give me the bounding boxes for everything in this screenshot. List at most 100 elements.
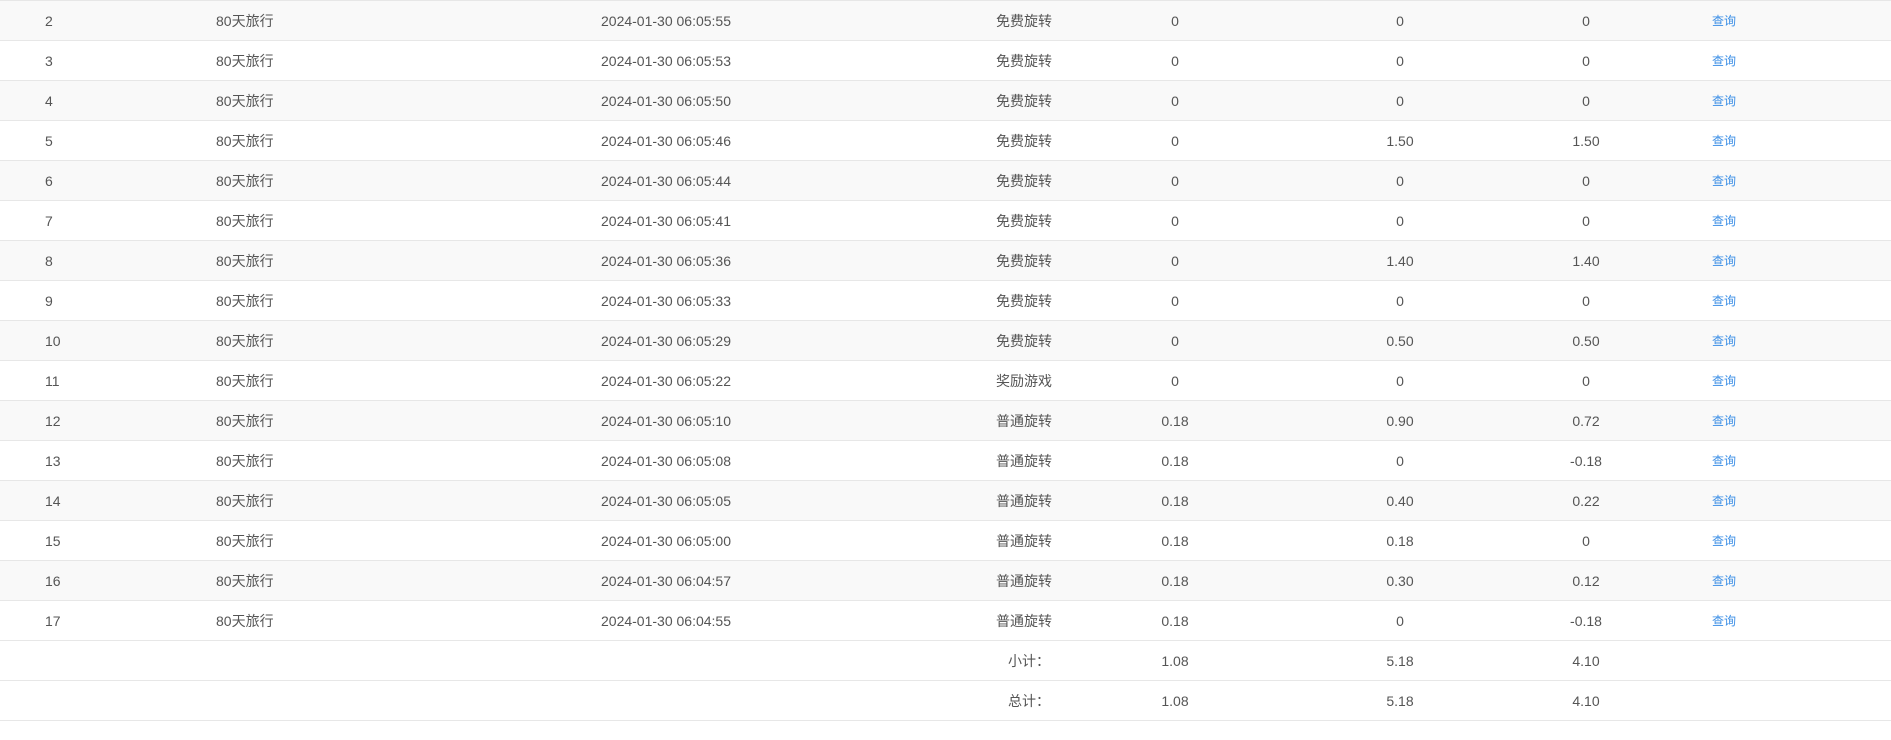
bet-amount: 0.18 bbox=[1161, 612, 1189, 629]
win-amount: 0.50 bbox=[1386, 332, 1414, 349]
bet-amount: 0 bbox=[1171, 292, 1179, 309]
order-number: 19698227938 bbox=[392, 361, 502, 401]
subtotal-row: 小计： 1.08 5.18 4.10 bbox=[0, 640, 1891, 681]
order-number: 19698229501 bbox=[392, 281, 502, 321]
query-link[interactable]: 查询 bbox=[1712, 494, 1736, 508]
row-index: 16 bbox=[45, 572, 61, 589]
bet-amount: 0 bbox=[1171, 212, 1179, 229]
empty-cell bbox=[0, 681, 98, 721]
game-name: 80天旅行 bbox=[216, 612, 274, 629]
net-amount: 0.22 bbox=[1572, 492, 1600, 509]
query-link[interactable]: 查询 bbox=[1712, 414, 1736, 428]
bet-time: 2024-01-30 06:05:10 bbox=[601, 412, 731, 429]
win-amount: 1.40 bbox=[1386, 252, 1414, 269]
query-link[interactable]: 查询 bbox=[1712, 254, 1736, 268]
order-number: 19698230484 bbox=[392, 201, 502, 241]
query-link[interactable]: 查询 bbox=[1712, 94, 1736, 108]
empty-cell bbox=[98, 681, 392, 721]
game-name: 80天旅行 bbox=[216, 532, 274, 549]
win-amount: 0.30 bbox=[1386, 572, 1414, 589]
net-amount: -0.18 bbox=[1570, 452, 1602, 469]
game-name: 80天旅行 bbox=[216, 212, 274, 229]
empty-cell bbox=[1712, 641, 1891, 681]
game-name: 80天旅行 bbox=[216, 492, 274, 509]
order-number: 19698226771 bbox=[392, 401, 502, 441]
table-row: 12 80天旅行 19698226771 2024-01-30 06:05:10 普通旋… bbox=[0, 400, 1891, 441]
net-amount: 0 bbox=[1582, 12, 1590, 29]
bet-time: 2024-01-30 06:05:22 bbox=[601, 372, 731, 389]
table-row: 2 80天旅行 19698232178 2024-01-30 06:05:55 免费旋转… bbox=[0, 0, 1891, 41]
total-row: 总计： 1.08 5.18 4.10 bbox=[0, 680, 1891, 721]
query-link[interactable]: 查询 bbox=[1712, 534, 1736, 548]
row-index: 14 bbox=[45, 492, 61, 509]
query-link[interactable]: 查询 bbox=[1712, 334, 1736, 348]
action-cell: 查询 bbox=[1712, 521, 1891, 561]
action-cell: 查询 bbox=[1712, 481, 1891, 521]
spin-type: 免费旋转 bbox=[996, 332, 1052, 349]
order-number: 19698224633 bbox=[392, 601, 502, 641]
bet-time: 2024-01-30 06:05:36 bbox=[601, 252, 731, 269]
query-link[interactable]: 查询 bbox=[1712, 134, 1736, 148]
spin-type: 免费旋转 bbox=[996, 52, 1052, 69]
net-amount: -0.18 bbox=[1570, 612, 1602, 629]
table-row: 9 80天旅行 19698229501 2024-01-30 06:05:33 免费旋转… bbox=[0, 280, 1891, 321]
bet-records-table: 2 80天旅行 19698232178 2024-01-30 06:05:55 免费旋转… bbox=[0, 0, 1891, 721]
query-link[interactable]: 查询 bbox=[1712, 374, 1736, 388]
query-link[interactable]: 查询 bbox=[1712, 214, 1736, 228]
query-link[interactable]: 查询 bbox=[1712, 614, 1736, 628]
action-cell: 查询 bbox=[1712, 401, 1891, 441]
bet-time: 2024-01-30 06:05:55 bbox=[601, 12, 731, 29]
total-bet: 1.08 bbox=[1161, 692, 1189, 709]
bet-amount: 0.18 bbox=[1161, 572, 1189, 589]
subtotal-net: 4.10 bbox=[1572, 652, 1600, 669]
bet-amount: 0 bbox=[1171, 332, 1179, 349]
net-amount: 0 bbox=[1582, 52, 1590, 69]
spin-type: 普通旋转 bbox=[996, 492, 1052, 509]
net-amount: 0 bbox=[1582, 92, 1590, 109]
order-number: 19698225350 bbox=[392, 521, 502, 561]
total-win: 5.18 bbox=[1386, 692, 1414, 709]
table-row: 6 80天旅行 19698230766 2024-01-30 06:05:44 免费旋转… bbox=[0, 160, 1891, 201]
win-amount: 0 bbox=[1396, 92, 1404, 109]
net-amount: 0 bbox=[1582, 532, 1590, 549]
action-cell: 查询 bbox=[1712, 601, 1891, 641]
win-amount: 0 bbox=[1396, 172, 1404, 189]
query-link[interactable]: 查询 bbox=[1712, 14, 1736, 28]
net-amount: 0 bbox=[1582, 172, 1590, 189]
row-index: 8 bbox=[45, 252, 53, 269]
query-link[interactable]: 查询 bbox=[1712, 454, 1736, 468]
bet-time: 2024-01-30 06:05:41 bbox=[601, 212, 731, 229]
win-amount: 1.50 bbox=[1386, 132, 1414, 149]
action-cell: 查询 bbox=[1712, 1, 1891, 41]
win-amount: 0 bbox=[1396, 452, 1404, 469]
subtotal-label: 小计： bbox=[1008, 652, 1050, 669]
bet-time: 2024-01-30 06:05:53 bbox=[601, 52, 731, 69]
empty-cell bbox=[502, 641, 996, 681]
bet-amount: 0.18 bbox=[1161, 492, 1189, 509]
query-link[interactable]: 查询 bbox=[1712, 294, 1736, 308]
game-name: 80天旅行 bbox=[216, 252, 274, 269]
table-row: 10 80天旅行 19698228925 2024-01-30 06:05:29 免费旋… bbox=[0, 320, 1891, 361]
row-index: 2 bbox=[45, 12, 53, 29]
order-number: 19698231048 bbox=[392, 121, 502, 161]
query-link[interactable]: 查询 bbox=[1712, 174, 1736, 188]
bet-amount: 0 bbox=[1171, 372, 1179, 389]
game-name: 80天旅行 bbox=[216, 132, 274, 149]
spin-type: 普通旋转 bbox=[996, 452, 1052, 469]
spin-type: 普通旋转 bbox=[996, 572, 1052, 589]
bet-time: 2024-01-30 06:05:50 bbox=[601, 92, 731, 109]
game-name: 80天旅行 bbox=[216, 292, 274, 309]
order-number: 19698228925 bbox=[392, 321, 502, 361]
subtotal-bet: 1.08 bbox=[1161, 652, 1189, 669]
row-index: 5 bbox=[45, 132, 53, 149]
action-cell: 查询 bbox=[1712, 201, 1891, 241]
bet-amount: 0 bbox=[1171, 92, 1179, 109]
spin-type: 免费旋转 bbox=[996, 292, 1052, 309]
net-amount: 0.72 bbox=[1572, 412, 1600, 429]
game-name: 80天旅行 bbox=[216, 172, 274, 189]
total-label: 总计： bbox=[1008, 692, 1050, 709]
query-link[interactable]: 查询 bbox=[1712, 54, 1736, 68]
bet-amount: 0 bbox=[1171, 172, 1179, 189]
query-link[interactable]: 查询 bbox=[1712, 574, 1736, 588]
row-index: 4 bbox=[45, 92, 53, 109]
